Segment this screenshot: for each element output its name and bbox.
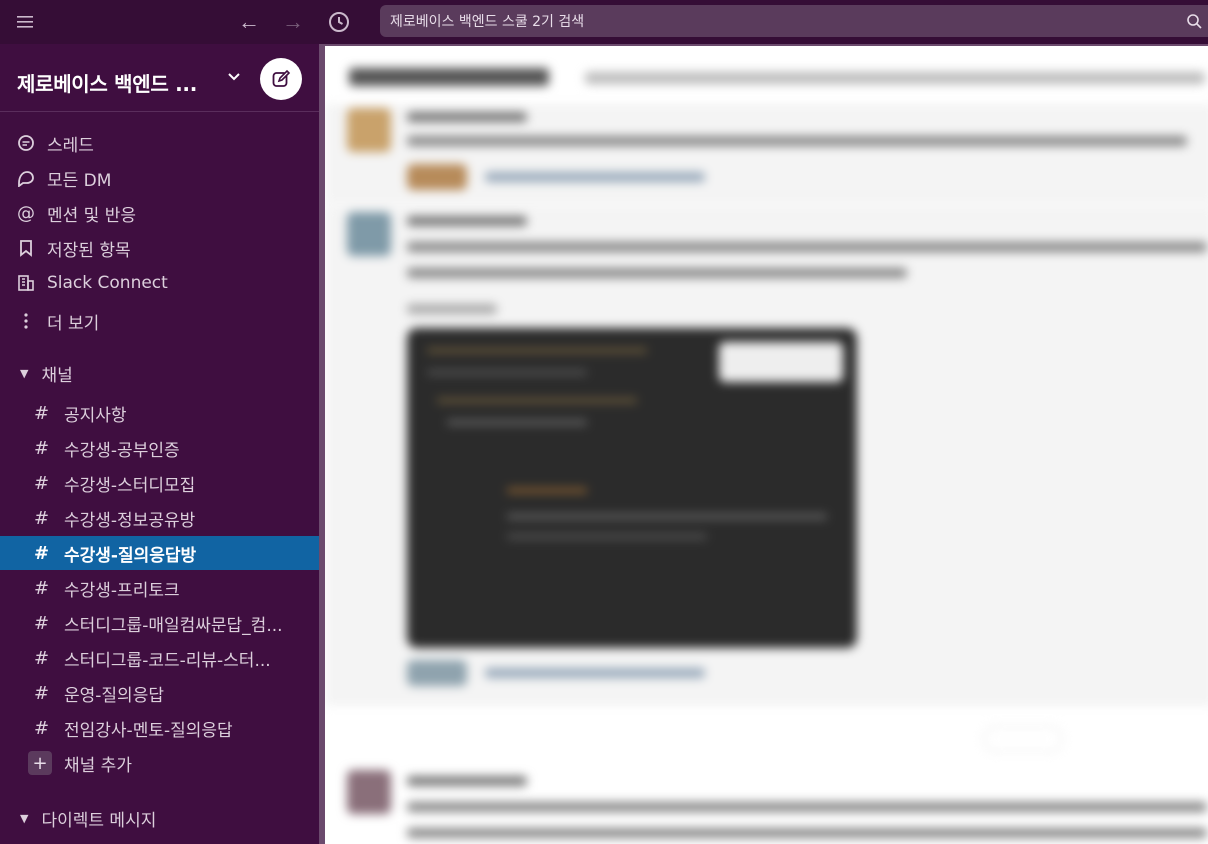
- compose-icon: [272, 69, 291, 87]
- workspace-name[interactable]: 제로베이스 백엔드 ...: [17, 68, 197, 97]
- channel-item[interactable]: # 수강생-정보공유방: [0, 501, 319, 535]
- search-icon[interactable]: [1186, 13, 1202, 33]
- channel-label: 수강생-질의응답방: [64, 545, 197, 566]
- channel-label: 운영-질의응답: [64, 685, 164, 706]
- hash-icon: #: [34, 717, 50, 739]
- nav-item-slack-connect[interactable]: Slack Connect: [0, 266, 319, 300]
- add-channel-button[interactable]: + 채널 추가: [0, 746, 319, 780]
- forward-arrow-icon[interactable]: →: [276, 0, 310, 44]
- text-blur: [407, 216, 527, 226]
- dm-section-header[interactable]: ▼ 다이렉트 메시지: [0, 801, 319, 835]
- channel-item[interactable]: # 공지사항: [0, 396, 319, 430]
- avatar: [347, 212, 391, 256]
- add-channel-label: 채널 추가: [64, 755, 132, 776]
- top-bar: ← → 제로베이스 백엔드 스쿨 2기 검색: [0, 0, 1208, 44]
- nav-item-label: 스레드: [47, 135, 94, 156]
- hash-icon: #: [34, 402, 50, 424]
- more-vertical-icon: [16, 313, 36, 329]
- text-blur: [485, 172, 705, 182]
- search-placeholder: 제로베이스 백엔드 스쿨 2기 검색: [390, 14, 585, 30]
- text-blur: [407, 304, 497, 314]
- nav-item-mentions[interactable]: @ 멘션 및 반응: [0, 196, 319, 230]
- nav-item-label: Slack Connect: [47, 273, 168, 293]
- text-blur: [407, 268, 907, 278]
- text-blur: [407, 112, 527, 122]
- hash-icon: #: [34, 437, 50, 459]
- channel-label: 공지사항: [64, 405, 127, 426]
- nav-item-label: 모든 DM: [47, 170, 112, 191]
- channel-label: 수강생-스터디모집: [64, 475, 196, 496]
- channel-header-blur: [349, 68, 549, 86]
- back-arrow-icon[interactable]: ←: [232, 0, 266, 44]
- channels-section-header[interactable]: ▼ 채널: [0, 356, 319, 390]
- caret-down-icon[interactable]: ▼: [20, 367, 28, 380]
- section-title: 다이렉트 메시지: [41, 810, 157, 831]
- reaction-blur: [407, 164, 467, 190]
- hash-icon: #: [34, 647, 50, 669]
- channel-item[interactable]: # 스터디그룹-코드-리뷰-스터...: [0, 641, 319, 675]
- channel-item[interactable]: # 수강생-공부인증: [0, 431, 319, 465]
- reaction-blur: [407, 660, 467, 686]
- hash-icon: #: [34, 542, 50, 564]
- nav-item-saved[interactable]: 저장된 항목: [0, 231, 319, 265]
- channel-label: 수강생-프리토크: [64, 580, 180, 601]
- date-divider-blur: [983, 726, 1063, 752]
- building-icon: [16, 274, 36, 292]
- hash-icon: #: [34, 682, 50, 704]
- channel-item[interactable]: # 스터디그룹-매일컴싸문답_컴...: [0, 606, 319, 640]
- channel-item[interactable]: # 운영-질의응답: [0, 676, 319, 710]
- nav-item-more[interactable]: 더 보기: [0, 304, 319, 338]
- blurred-content: [325, 46, 1208, 844]
- mention-icon: @: [17, 202, 35, 224]
- channel-label: 스터디그룹-코드-리뷰-스터...: [64, 650, 271, 671]
- threads-icon: [16, 134, 36, 152]
- avatar: [347, 770, 391, 814]
- nav-item-threads[interactable]: 스레드: [0, 126, 319, 160]
- search-input[interactable]: 제로베이스 백엔드 스쿨 2기 검색: [380, 5, 1208, 37]
- nav-item-label: 저장된 항목: [47, 240, 131, 261]
- hamburger-menu-icon[interactable]: [8, 0, 42, 44]
- text-blur: [485, 668, 705, 678]
- compose-button[interactable]: [260, 58, 302, 100]
- plus-icon: +: [28, 751, 52, 775]
- workspace-header[interactable]: 제로베이스 백엔드 ...: [0, 44, 319, 112]
- nav-item-label: 더 보기: [47, 313, 100, 334]
- caret-down-icon[interactable]: ▼: [20, 812, 28, 825]
- hash-icon: #: [34, 507, 50, 529]
- channel-label: 수강생-정보공유방: [64, 510, 196, 531]
- text-blur: [407, 802, 1207, 812]
- message-pane: [319, 44, 1208, 844]
- dm-icon: [16, 169, 36, 187]
- hash-icon: #: [34, 472, 50, 494]
- channel-item[interactable]: # 수강생-스터디모집: [0, 466, 319, 500]
- channel-item-active[interactable]: # 수강생-질의응답방: [0, 536, 319, 570]
- hash-icon: #: [34, 577, 50, 599]
- channel-topic-blur: [585, 72, 1205, 84]
- text-blur: [407, 776, 527, 786]
- code-screenshot-blur: [407, 328, 857, 648]
- channel-label: 수강생-공부인증: [64, 440, 180, 461]
- channel-item[interactable]: # 전임강사-멘토-질의응답: [0, 711, 319, 745]
- section-title: 채널: [41, 365, 73, 386]
- channel-label: 전임강사-멘토-질의응답: [64, 720, 233, 741]
- history-clock-icon[interactable]: [322, 0, 356, 44]
- nav-item-all-dms[interactable]: 모든 DM: [0, 161, 319, 195]
- sidebar: 제로베이스 백엔드 ... 스레드 모든 DM @ 멘션 및 반응 저장된 항목: [0, 44, 319, 844]
- text-blur: [407, 242, 1207, 252]
- avatar: [347, 108, 391, 152]
- hash-icon: #: [34, 612, 50, 634]
- text-blur: [407, 136, 1187, 146]
- channel-item[interactable]: # 수강생-프리토크: [0, 571, 319, 605]
- text-blur: [407, 828, 1207, 838]
- nav-item-label: 멘션 및 반응: [47, 205, 137, 226]
- bookmark-icon: [16, 239, 36, 257]
- chevron-down-icon[interactable]: [228, 68, 240, 84]
- channel-label: 스터디그룹-매일컴싸문답_컴...: [64, 615, 283, 636]
